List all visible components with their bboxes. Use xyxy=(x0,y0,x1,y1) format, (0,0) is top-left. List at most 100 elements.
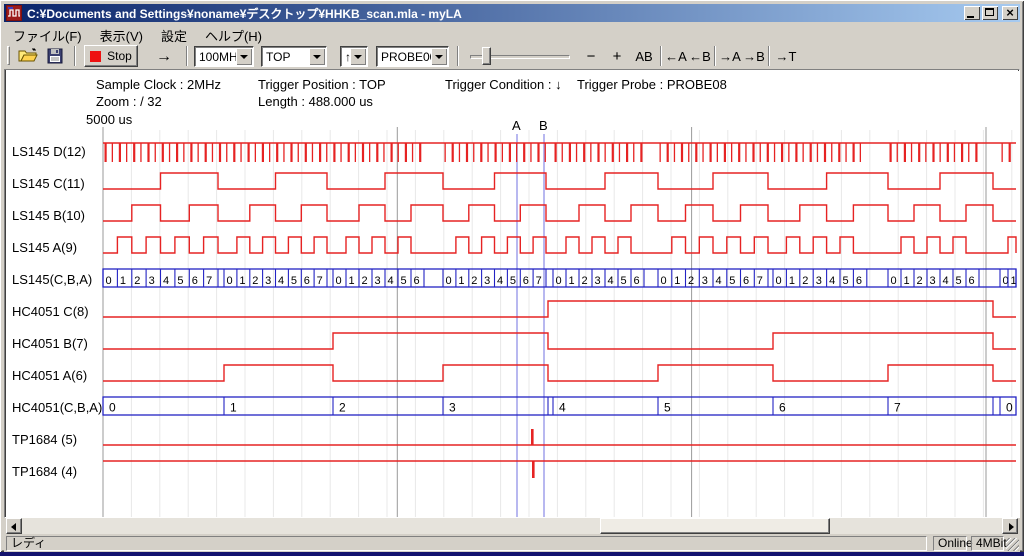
trigger-edge-select[interactable]: ↑ xyxy=(340,46,368,67)
svg-text:3: 3 xyxy=(816,275,822,287)
svg-text:2: 2 xyxy=(471,275,477,287)
svg-text:5: 5 xyxy=(729,275,735,287)
resize-grip[interactable] xyxy=(1006,538,1019,551)
svg-text:6: 6 xyxy=(779,401,786,415)
svg-text:3: 3 xyxy=(484,275,490,287)
trigger-position-select[interactable]: TOP xyxy=(261,46,327,67)
open-file-button[interactable] xyxy=(16,45,40,67)
svg-text:5: 5 xyxy=(510,275,516,287)
svg-text:1: 1 xyxy=(789,275,795,287)
h-scrollbar[interactable] xyxy=(6,518,1018,534)
goto-trigger-button[interactable]: →T xyxy=(774,45,798,67)
menu-help[interactable]: ヘルプ(H) xyxy=(196,24,271,42)
svg-text:3: 3 xyxy=(265,275,271,287)
toolbar-separator xyxy=(660,46,662,66)
svg-text:3: 3 xyxy=(449,401,456,415)
zoom-slider-thumb[interactable] xyxy=(482,47,491,65)
minimize-icon xyxy=(967,16,974,18)
svg-text:2: 2 xyxy=(134,275,140,287)
trigger-probe-select[interactable]: PROBE00 xyxy=(376,46,449,67)
minimize-button[interactable] xyxy=(964,6,980,20)
waveform-display[interactable]: 0123456701234567012345601234567012345601… xyxy=(6,70,1018,517)
dropdown-button[interactable] xyxy=(350,48,366,65)
save-file-button[interactable] xyxy=(43,45,67,67)
maximize-icon xyxy=(985,8,994,16)
menu-view[interactable]: 表示(V) xyxy=(91,24,152,42)
svg-text:5: 5 xyxy=(401,275,407,287)
svg-text:0: 0 xyxy=(227,275,233,287)
menu-bar: ファイル(F) 表示(V) 設定 ヘルプ(H) xyxy=(4,24,1020,42)
svg-text:2: 2 xyxy=(688,275,694,287)
dropdown-button[interactable] xyxy=(236,48,252,65)
svg-text:1: 1 xyxy=(120,275,126,287)
svg-text:1: 1 xyxy=(674,275,680,287)
svg-text:5: 5 xyxy=(956,275,962,287)
set-marker-a-button[interactable]: →A xyxy=(718,45,742,67)
svg-text:6: 6 xyxy=(192,275,198,287)
zoom-out-button[interactable]: − xyxy=(580,45,602,67)
svg-text:3: 3 xyxy=(702,275,708,287)
svg-text:3: 3 xyxy=(930,275,936,287)
chevron-down-icon xyxy=(435,55,443,59)
goto-marker-a-button[interactable]: ←A xyxy=(664,45,688,67)
svg-text:1: 1 xyxy=(569,275,575,287)
menu-settings[interactable]: 設定 xyxy=(152,24,196,42)
app-window: C:¥Documents and Settings¥noname¥デスクトップ¥… xyxy=(0,0,1024,552)
scroll-left-button[interactable] xyxy=(6,518,22,534)
svg-text:6: 6 xyxy=(414,275,420,287)
stop-icon xyxy=(90,51,101,62)
toolbar-separator xyxy=(457,46,459,66)
title-bar[interactable]: C:¥Documents and Settings¥noname¥デスクトップ¥… xyxy=(4,4,1020,22)
close-icon: × xyxy=(1002,5,1018,20)
svg-text:0: 0 xyxy=(556,275,562,287)
svg-text:4: 4 xyxy=(163,275,169,287)
svg-text:1: 1 xyxy=(349,275,355,287)
trigger-probe-value: PROBE00 xyxy=(381,49,436,65)
stop-button[interactable]: Stop xyxy=(84,45,138,67)
svg-text:4: 4 xyxy=(278,275,284,287)
svg-text:0: 0 xyxy=(109,401,116,415)
scroll-thumb[interactable] xyxy=(600,518,830,534)
svg-text:6: 6 xyxy=(743,275,749,287)
svg-text:0: 0 xyxy=(1006,401,1013,415)
svg-text:2: 2 xyxy=(802,275,808,287)
svg-text:4: 4 xyxy=(943,275,949,287)
maximize-button[interactable] xyxy=(982,6,998,20)
set-marker-b-button[interactable]: →B xyxy=(742,45,766,67)
toolbar-separator xyxy=(74,46,76,66)
run-button[interactable]: → xyxy=(150,45,178,67)
sample-clock-select[interactable]: 100MHz xyxy=(194,46,254,67)
svg-text:6: 6 xyxy=(856,275,862,287)
menu-file[interactable]: ファイル(F) xyxy=(4,24,91,42)
ab-range-button[interactable]: AB xyxy=(631,45,657,67)
svg-text:2: 2 xyxy=(339,401,346,415)
zoom-in-button[interactable]: + xyxy=(606,45,628,67)
chevron-down-icon xyxy=(313,55,321,59)
status-bar: レディ Online 4MBit xyxy=(4,535,1020,552)
svg-text:7: 7 xyxy=(206,275,212,287)
svg-text:0: 0 xyxy=(336,275,342,287)
scroll-right-button[interactable] xyxy=(1002,518,1018,534)
svg-text:2: 2 xyxy=(582,275,588,287)
goto-marker-b-button[interactable]: ←B xyxy=(688,45,712,67)
svg-text:0: 0 xyxy=(776,275,782,287)
toolbar-grip[interactable] xyxy=(7,46,10,65)
close-button[interactable]: × xyxy=(1002,6,1018,20)
app-icon xyxy=(6,5,22,21)
svg-text:1: 1 xyxy=(230,401,237,415)
chevron-down-icon xyxy=(354,55,362,59)
svg-text:3: 3 xyxy=(375,275,381,287)
svg-text:5: 5 xyxy=(843,275,849,287)
dropdown-button[interactable] xyxy=(431,48,447,65)
svg-text:7: 7 xyxy=(536,275,542,287)
svg-text:7: 7 xyxy=(757,275,763,287)
svg-text:6: 6 xyxy=(304,275,310,287)
svg-text:4: 4 xyxy=(497,275,503,287)
chevron-down-icon xyxy=(240,55,248,59)
svg-text:4: 4 xyxy=(559,401,566,415)
toolbar-separator xyxy=(768,46,770,66)
right-arrow-icon xyxy=(1009,523,1014,531)
dropdown-button[interactable] xyxy=(309,48,325,65)
svg-text:6: 6 xyxy=(969,275,975,287)
svg-text:4: 4 xyxy=(829,275,835,287)
